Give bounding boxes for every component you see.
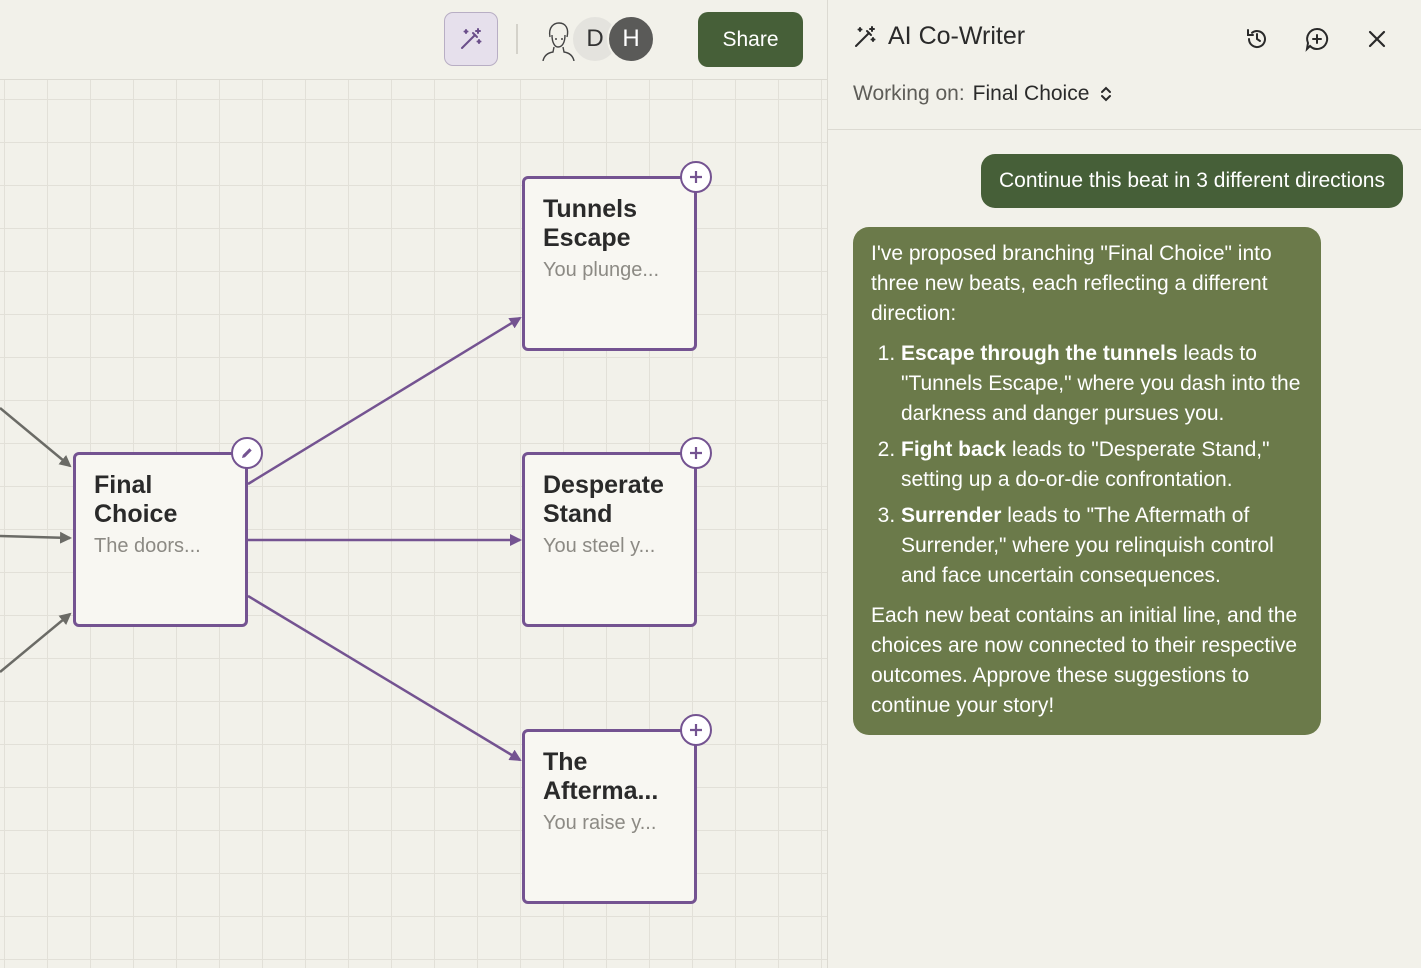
story-canvas[interactable]: Final Choice The doors... Tunnels Escape… — [0, 0, 827, 968]
ai-intro: I've proposed branching "Final Choice" i… — [871, 242, 1272, 325]
suggestion-title: Escape through the tunnels — [901, 342, 1178, 365]
new-chat-icon — [1305, 27, 1329, 52]
working-on-label: Working on: — [853, 82, 965, 105]
toolbar-divider — [516, 24, 518, 54]
history-button[interactable] — [1240, 22, 1274, 56]
ai-outro: Each new beat contains an initial line, … — [871, 604, 1298, 717]
edge-to-aftermath[interactable] — [247, 594, 522, 762]
incoming-edge — [0, 407, 72, 468]
beat-node-final-choice[interactable]: Final Choice The doors... — [73, 437, 263, 627]
magic-wand-icon — [855, 25, 876, 47]
node-excerpt: You plunge... — [543, 258, 660, 281]
ai-suggestion-list: Escape through the tunnels leads to "Tun… — [901, 339, 1303, 591]
node-excerpt: The doors... — [94, 534, 201, 557]
edge-to-tunnels-escape[interactable] — [247, 316, 522, 486]
chevron-up-down-icon — [1101, 86, 1112, 102]
ai-co-writer-panel: AI Co-Writer Working on: Final Choice Co… — [827, 0, 1421, 968]
ai-message: I've proposed branching "Final Choice" i… — [853, 227, 1321, 735]
avatar[interactable]: H — [607, 15, 655, 63]
close-button[interactable] — [1360, 22, 1394, 56]
panel-divider — [828, 129, 1421, 130]
add-branch-icon[interactable] — [680, 714, 712, 746]
panel-title: AI Co-Writer — [852, 22, 1025, 51]
canvas-toolbar: D H Share — [0, 0, 827, 80]
beat-node-tunnels-escape[interactable]: Tunnels Escape You plunge... — [522, 161, 712, 351]
list-item: Escape through the tunnels leads to "Tun… — [901, 339, 1303, 429]
working-on-selector[interactable]: Working on: Final Choice — [853, 82, 1115, 106]
magic-wand-icon — [461, 28, 482, 49]
incoming-edge — [0, 612, 72, 673]
ai-magic-wand-button[interactable] — [444, 12, 498, 66]
suggestion-title: Surrender — [901, 504, 1002, 527]
add-branch-icon[interactable] — [680, 161, 712, 193]
share-button[interactable]: Share — [698, 12, 803, 67]
suggestion-title: Fight back — [901, 438, 1007, 461]
list-item: Fight back leads to "Desperate Stand," s… — [901, 435, 1303, 495]
add-branch-icon[interactable] — [680, 437, 712, 469]
panel-title-text: AI Co-Writer — [888, 22, 1026, 50]
node-excerpt: You steel y... — [543, 534, 656, 557]
beat-node-aftermath[interactable]: The Afterma... You raise y... — [522, 714, 712, 904]
node-title: Desperate Stand — [543, 471, 664, 528]
node-title: Final Choice — [94, 471, 178, 528]
node-title: Tunnels Escape — [543, 195, 637, 252]
node-excerpt: You raise y... — [543, 811, 657, 834]
panel-header: AI Co-Writer — [828, 0, 1421, 80]
history-icon — [1247, 29, 1266, 48]
incoming-edge — [0, 531, 72, 544]
close-icon — [1368, 30, 1386, 48]
user-message: Continue this beat in 3 different direct… — [980, 154, 1403, 208]
node-title: The Afterma... — [543, 748, 659, 805]
new-chat-button[interactable] — [1300, 22, 1334, 56]
beat-node-desperate-stand[interactable]: Desperate Stand You steel y... — [522, 437, 712, 627]
list-item: Surrender leads to "The Aftermath of Sur… — [901, 501, 1303, 591]
working-on-value: Final Choice — [972, 82, 1090, 105]
edit-icon[interactable] — [231, 437, 263, 469]
